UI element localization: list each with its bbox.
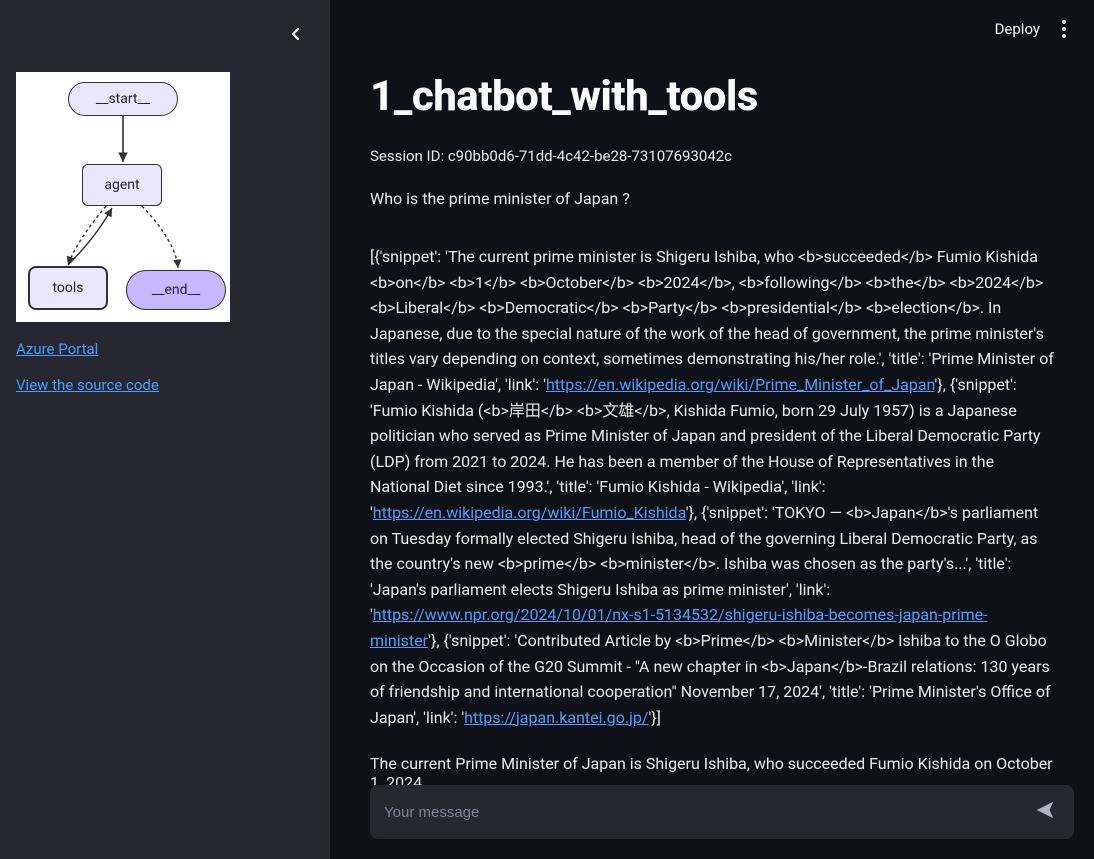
azure-portal-link[interactable]: Azure Portal xyxy=(16,340,314,358)
graph-node-end: __end__ xyxy=(126,270,226,310)
send-icon xyxy=(1034,799,1056,821)
result-link-2[interactable]: https://en.wikipedia.org/wiki/Fumio_Kish… xyxy=(373,503,686,522)
graph-node-start: __start__ xyxy=(68,82,178,116)
collapse-sidebar-button[interactable] xyxy=(282,20,310,48)
result-link-4[interactable]: https://japan.kantei.go.jp/ xyxy=(464,708,648,727)
user-message: Who is the prime minister of Japan ? xyxy=(370,189,1054,208)
sidebar: __start__ agent tools __end__ Azure Port… xyxy=(0,0,330,859)
main-menu-button[interactable] xyxy=(1058,16,1070,42)
send-button[interactable] xyxy=(1030,795,1060,829)
tool-text: [{'snippet': 'The current prime minister… xyxy=(370,247,1054,394)
graph-node-tools: tools xyxy=(28,266,108,310)
tool-text: '}] xyxy=(648,708,660,727)
chat-input[interactable] xyxy=(384,804,1030,821)
session-id-label: Session ID: c90bb0d6-71dd-4c42-be28-7310… xyxy=(370,147,1054,165)
topbar: Deploy xyxy=(330,0,1094,42)
kebab-dot-icon xyxy=(1062,34,1066,38)
content-scroll[interactable]: 1_chatbot_with_tools Session ID: c90bb0d… xyxy=(330,42,1094,785)
deploy-button[interactable]: Deploy xyxy=(995,20,1040,38)
chat-input-row xyxy=(370,785,1074,839)
tool-output: [{'snippet': 'The current prime minister… xyxy=(370,244,1054,730)
view-source-link[interactable]: View the source code xyxy=(16,376,314,394)
page-title: 1_chatbot_with_tools xyxy=(370,72,1054,121)
graph-diagram: __start__ agent tools __end__ xyxy=(16,72,230,322)
chevron-left-icon xyxy=(288,26,304,42)
graph-node-agent: agent xyxy=(82,164,162,206)
kebab-dot-icon xyxy=(1062,20,1066,24)
result-link-1[interactable]: https://en.wikipedia.org/wiki/Prime_Mini… xyxy=(546,375,935,394)
kebab-dot-icon xyxy=(1062,27,1066,31)
main-area: Deploy 1_chatbot_with_tools Session ID: … xyxy=(330,0,1094,859)
assistant-final-message: The current Prime Minister of Japan is S… xyxy=(370,754,1054,785)
tool-text: '}, {'snippet': 'Fumio Kishida (<b>岸田</b… xyxy=(370,375,1041,522)
chat-input-container xyxy=(330,785,1094,859)
sidebar-links: Azure Portal View the source code xyxy=(16,340,314,394)
